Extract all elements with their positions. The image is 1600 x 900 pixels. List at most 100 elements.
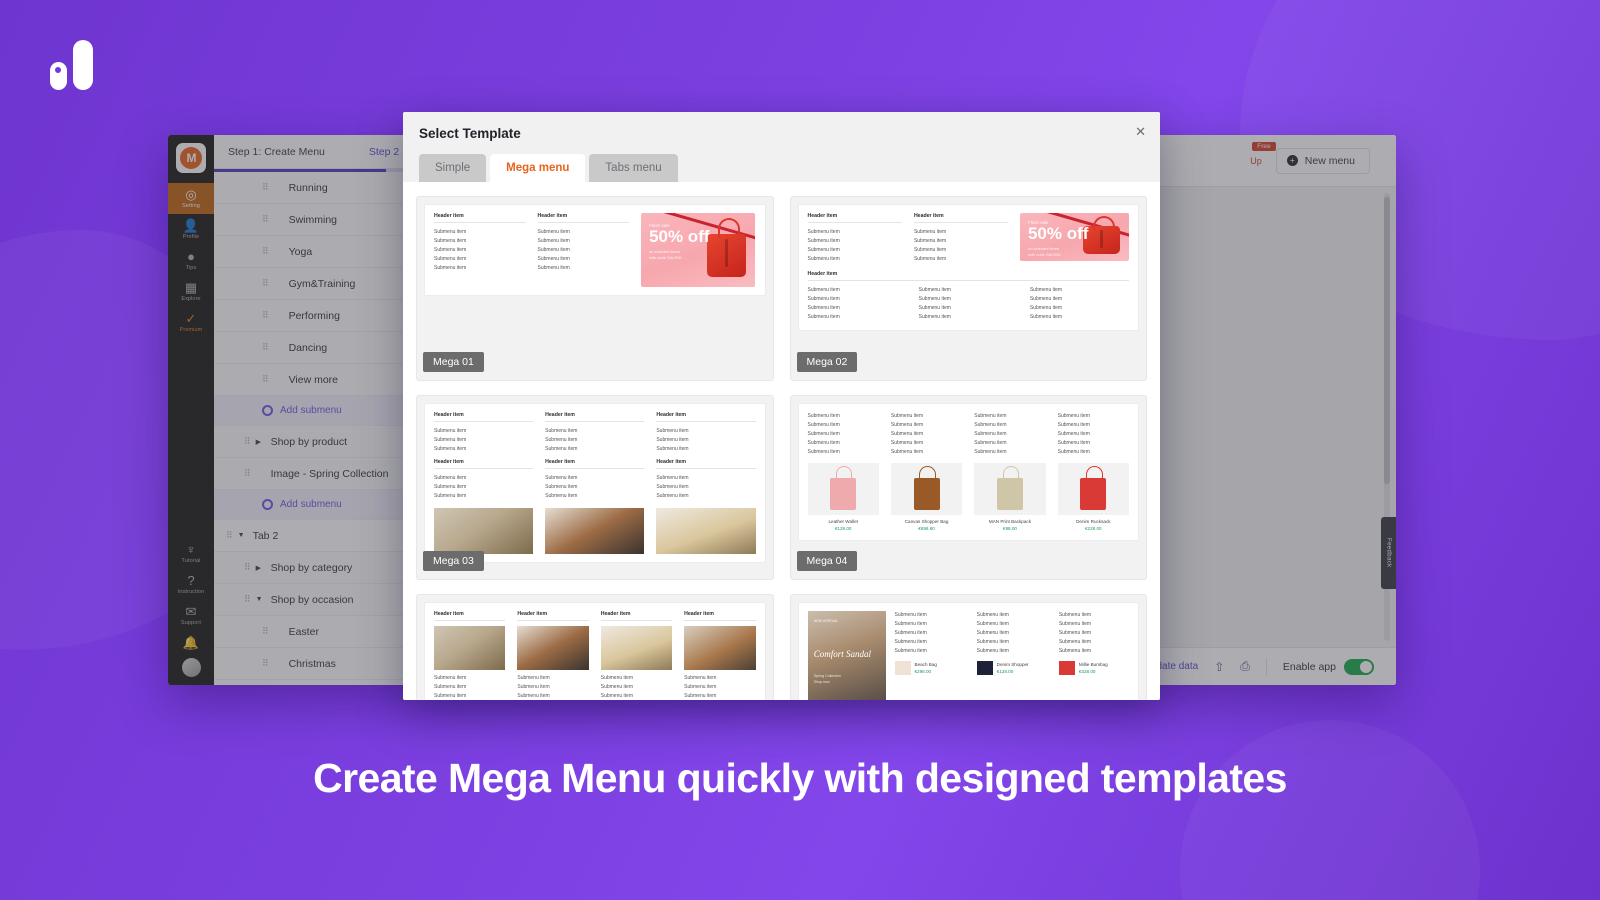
chevron-icon[interactable]: ▼ [256, 596, 264, 603]
promo-banner: Flash sale 50% off on selected items with c… [1020, 213, 1129, 261]
rail-item-notifications[interactable]: 🔔 [168, 631, 214, 654]
share-icon[interactable]: ⇧ [1214, 660, 1224, 674]
template-preview: Header item Submenu item Submenu item Subme… [424, 204, 766, 296]
rail-item-support[interactable]: ✉ Support [168, 600, 214, 631]
feedback-tab[interactable]: Feedback [1381, 517, 1396, 589]
rail-item-tutorial[interactable]: ♆ Tutorial [168, 538, 214, 569]
drag-handle-icon[interactable]: ⠿ [262, 342, 268, 353]
preview-header-item: Header item [434, 412, 534, 422]
product-tile[interactable]: Beach Bag €298.00 [894, 661, 965, 675]
product-tile[interactable]: Denim Shopper €128.00 [976, 661, 1047, 675]
rail-item-setting[interactable]: ◎ Setting [168, 183, 214, 214]
preview-submenu-item: Submenu item [890, 440, 924, 446]
question-icon: ? [187, 573, 195, 588]
drag-handle-icon[interactable]: ⠿ [262, 182, 268, 193]
product-tile[interactable]: Millie Bumbag €328.00 [1058, 661, 1129, 675]
product-thumb [1058, 661, 1075, 675]
tree-row-label: Shop by occasion [270, 593, 354, 606]
product-bag-icon [913, 465, 940, 510]
rail-item-premium[interactable]: ✓ Premium [168, 307, 214, 338]
drag-handle-icon[interactable]: ⠿ [244, 468, 250, 479]
product-tile[interactable]: Canvas Shopper Bag €698.60 [890, 463, 963, 532]
drag-handle-icon[interactable]: ⠿ [262, 214, 268, 225]
drag-handle-icon[interactable]: ⠿ [226, 530, 232, 541]
tree-row-label: Shop by category [270, 561, 353, 574]
enable-app-label: Enable app [1282, 660, 1336, 673]
product-tile[interactable]: Leather Wallet €128.00 [807, 463, 879, 532]
rail-item-explore[interactable]: ▦ Explore [168, 276, 214, 307]
template-card[interactable]: Header item Submenu item Submenu item Subme… [789, 196, 1147, 381]
preview-header-item: Header item [807, 213, 902, 223]
promo-eyebrow: Flash sale [1027, 219, 1049, 225]
drag-handle-icon[interactable]: ⠿ [262, 626, 268, 637]
enable-app-control[interactable]: Enable app [1282, 658, 1374, 675]
template-card[interactable]: Submenu item Submenu item Submenu item Subm… [789, 395, 1147, 580]
template-card[interactable]: Header item Submenu item Submenu item Subme… [416, 395, 774, 580]
product-price: €128.00 [996, 669, 1014, 674]
preview-submenu-item: Submenu item [434, 229, 467, 235]
preview-submenu-item: Submenu item [434, 428, 467, 434]
step-1-label[interactable]: Step 1: Create Menu [228, 146, 325, 158]
new-menu-button[interactable]: + New menu [1275, 147, 1370, 174]
tree-row-label: Christmas [288, 657, 336, 670]
preview-submenu-item: Submenu item [517, 693, 550, 699]
chevron-icon[interactable]: ▼ [238, 532, 246, 539]
rail-item-instruction[interactable]: ? Instruction [168, 569, 214, 600]
template-card[interactable]: Header item Submenu item Submenu item Subme… [416, 196, 774, 381]
preview-submenu-item: Submenu item [976, 648, 1009, 654]
save-icon[interactable]: ⎙ [1240, 659, 1250, 674]
drag-handle-icon[interactable]: ⠿ [244, 562, 250, 573]
promo-headline: 50% off [649, 227, 710, 247]
preview-submenu-item: Submenu item [807, 449, 840, 455]
bell-icon: 🔔 [182, 635, 200, 650]
plus-icon: + [1286, 155, 1298, 166]
enable-app-toggle[interactable] [1344, 658, 1374, 675]
rail-item-tips[interactable]: ● Tips [168, 245, 214, 276]
step-2-label[interactable]: Step 2 [369, 146, 399, 158]
product-tile[interactable]: MAN Print Backpack €98.00 [974, 463, 1046, 532]
toolbar-divider [1265, 657, 1267, 676]
preview-submenu-item: Submenu item [537, 256, 570, 262]
tree-row-label: Swimming [288, 213, 338, 226]
preview-submenu-item: Submenu item [807, 413, 840, 419]
tab-tabs-menu[interactable]: Tabs menu [589, 154, 678, 182]
user-avatar[interactable] [181, 658, 201, 677]
plan-label: Up [1250, 155, 1262, 166]
lightbulb-icon: ● [187, 249, 195, 264]
close-icon[interactable]: ✕ [1135, 124, 1146, 140]
drag-handle-icon[interactable]: ⠿ [262, 278, 268, 289]
preview-submenu-item: Submenu item [1058, 630, 1092, 636]
preview-submenu-item: Submenu item [545, 446, 578, 452]
rail-logo[interactable]: M [176, 143, 206, 173]
lifestyle-photo [434, 508, 534, 554]
drag-handle-icon[interactable]: ⠿ [262, 310, 268, 321]
chevron-icon[interactable]: ▶ [256, 438, 264, 446]
drag-handle-icon[interactable]: ⠿ [244, 594, 250, 605]
preview-submenu-item: Submenu item [1058, 612, 1092, 618]
drag-handle-icon[interactable]: ⠿ [262, 374, 268, 385]
template-card[interactable]: NEW ARRIVAL Comfort Sandal Spring Collecti… [789, 594, 1147, 700]
preview-submenu-item: Submenu item [807, 305, 840, 311]
template-name-badge: Mega 03 [423, 551, 484, 571]
preview-submenu-item: Submenu item [1029, 314, 1063, 320]
template-grid[interactable]: Header item Submenu item Submenu item Subme… [403, 182, 1160, 700]
drag-handle-icon[interactable]: ⠿ [262, 246, 268, 257]
app-logo-mark [50, 40, 102, 92]
chevron-icon[interactable]: ▶ [256, 564, 264, 572]
product-name: MAN Print Backpack [988, 519, 1031, 524]
tab-simple[interactable]: Simple [419, 154, 487, 182]
preview-submenu-item: Submenu item [434, 693, 467, 699]
drag-handle-icon[interactable]: ⠿ [244, 436, 250, 447]
product-price: €228.00 [1085, 526, 1102, 531]
template-card[interactable]: Header item Submenu item Submenu item Subme… [416, 594, 774, 700]
preview-submenu-item: Submenu item [684, 693, 717, 699]
rail-item-profile[interactable]: 👤 Profile [168, 214, 214, 245]
tab-mega-menu[interactable]: Mega menu [490, 154, 586, 182]
drag-handle-icon[interactable]: ⠿ [262, 658, 268, 669]
preview-submenu-item: Submenu item [894, 630, 927, 636]
rail-logo-letter: M [180, 147, 202, 169]
preview-header-item: Header item [656, 412, 756, 422]
modal-header: Select Template ✕ Simple Mega menu Tabs me… [403, 112, 1160, 182]
product-tile[interactable]: Denim Rucksack €228.00 [1057, 463, 1129, 532]
preview-header-item: Header item [545, 459, 645, 469]
